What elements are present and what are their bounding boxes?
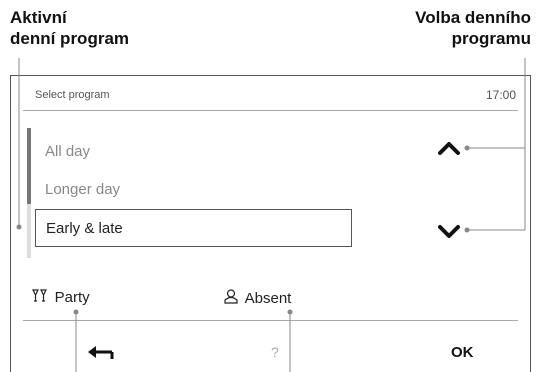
- footer-divider: [23, 320, 518, 321]
- chevron-down-icon[interactable]: [437, 223, 461, 241]
- callout-program-selection: Volba denního programu: [415, 8, 531, 48]
- absent-label: Absent: [244, 290, 292, 307]
- device-screen: Select program 17:00 All day Longer day …: [10, 75, 531, 372]
- program-item[interactable]: All day: [45, 143, 90, 160]
- chevron-up-icon[interactable]: [437, 139, 461, 157]
- program-item-selected[interactable]: Early & late: [35, 209, 352, 247]
- back-arrow-icon[interactable]: [86, 342, 116, 362]
- party-label: Party: [54, 289, 90, 306]
- scrollbar-thumb[interactable]: [27, 128, 31, 204]
- ok-button[interactable]: OK: [451, 344, 474, 361]
- help-button[interactable]: ?: [271, 344, 279, 360]
- person-outline-icon: [224, 289, 242, 306]
- program-item-label: Early & late: [46, 220, 123, 237]
- cocktail-glasses-icon: [32, 289, 52, 305]
- page-title: Select program: [35, 89, 110, 101]
- clock: 17:00: [485, 88, 516, 102]
- header-divider: [23, 110, 518, 111]
- callout-active-program: Aktivní denní program: [10, 8, 130, 48]
- program-item[interactable]: Longer day: [45, 181, 120, 198]
- party-button[interactable]: Party: [32, 289, 90, 306]
- absent-button[interactable]: Absent: [224, 289, 291, 307]
